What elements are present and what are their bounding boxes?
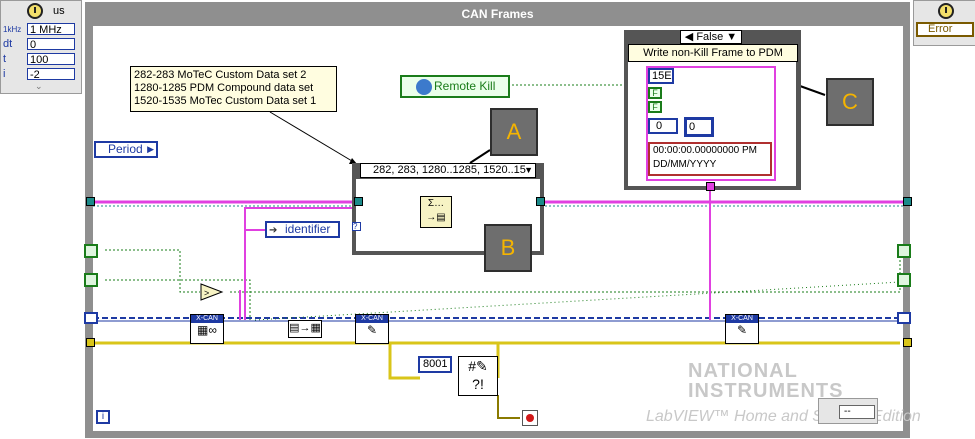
identifier-indicator[interactable]: ➔ identifier xyxy=(265,221,340,238)
status-indicator[interactable]: -- xyxy=(818,398,878,424)
remote-kill-label: Remote Kill xyxy=(434,79,496,93)
array-build-icon: Σ… →▤ xyxy=(426,198,446,223)
false-case-selector[interactable]: ◀ False ▼ xyxy=(680,30,742,44)
shift-register-left[interactable] xyxy=(86,197,95,206)
session-shift-register-right[interactable] xyxy=(897,312,911,324)
annotation-line: 282-283 MoTeC Custom Data set 2 xyxy=(134,69,307,81)
stop-icon xyxy=(526,414,534,422)
identifier-label: identifier xyxy=(285,222,331,236)
svg-text:>: > xyxy=(204,288,209,298)
glasses-icon: ▦∞ xyxy=(197,323,217,337)
bool-shift-register-right-1[interactable] xyxy=(897,244,911,258)
case-selector[interactable]: 282, 283, 1280..1285, 1520..15 ▼ xyxy=(360,163,536,178)
annotation-line: 1520-1535 MoTec Custom Data set 1 xyxy=(134,95,317,107)
bool-shift-register-right-2[interactable] xyxy=(897,273,911,287)
pencil-icon: ✎ xyxy=(736,323,748,337)
case-selector-value: 282, 283, 1280..1285, 1520..15 xyxy=(373,164,526,176)
period-label: Period xyxy=(108,142,143,156)
bool-constant-2[interactable]: F xyxy=(648,101,662,113)
false-case-value: False xyxy=(696,31,724,43)
callout-c: C xyxy=(826,78,874,126)
dropdown-arrow-icon: ▼ xyxy=(524,165,533,175)
bool-constant-1[interactable]: F xyxy=(648,87,662,99)
error-code-constant[interactable]: 8001 xyxy=(418,356,452,373)
bool-shift-register-left-1[interactable] xyxy=(84,244,98,258)
error-tunnel-left xyxy=(86,338,95,347)
numeric-constant-2[interactable]: 0 xyxy=(684,117,714,137)
callout-b: B xyxy=(484,224,532,272)
case-tunnel-left xyxy=(354,197,363,206)
arrow-right-icon: ▶ xyxy=(147,144,154,154)
arrow-right-icon: ▼ xyxy=(726,31,738,43)
convert-vi[interactable]: ▤→▦ xyxy=(288,320,322,338)
bool-shift-register-left-2[interactable] xyxy=(84,273,98,287)
timestamp-constant[interactable]: 00:00:00.00000000 PM DD/MM/YYYY xyxy=(648,142,772,176)
xcan-write-vi-2[interactable]: X-CAN ✎ xyxy=(725,314,759,344)
error-handler-vi[interactable]: #✎?! xyxy=(458,356,498,396)
false-case-caption: Write non-Kill Frame to PDM xyxy=(628,44,798,62)
annotation-line: 1280-1285 PDM Compound data set xyxy=(134,82,314,94)
timestamp-date: DD/MM/YYYY xyxy=(653,159,717,170)
session-shift-register-left[interactable] xyxy=(84,312,98,324)
arrow-left-icon: ◀ xyxy=(684,31,694,43)
remote-kill-terminal[interactable]: Remote Kill xyxy=(400,75,510,98)
case-tunnel-right xyxy=(536,197,545,206)
frame-id-annotation: 282-283 MoTeC Custom Data set 2 1280-128… xyxy=(130,66,337,112)
callout-a: A xyxy=(490,108,538,156)
hex-id-constant[interactable]: 15E xyxy=(648,68,674,84)
xcan-read-vi[interactable]: X-CAN ▦∞ xyxy=(190,314,224,344)
iteration-info-icon: i xyxy=(96,410,110,424)
status-value: -- xyxy=(839,405,875,419)
pencil-icon: ✎ xyxy=(366,323,378,337)
arrow-right-icon: ➔ xyxy=(269,225,278,236)
convert-icon: ▤→▦ xyxy=(289,322,321,334)
error-eraser-icon: #✎?! xyxy=(468,358,488,392)
xcan-label: X-CAN xyxy=(726,315,758,323)
numeric-constant-1[interactable]: 0 xyxy=(648,118,678,134)
stop-terminal[interactable] xyxy=(522,410,538,426)
xcan-label: X-CAN xyxy=(356,315,388,323)
period-control[interactable]: Period ▶ xyxy=(94,141,158,158)
xcan-label: X-CAN xyxy=(191,315,223,323)
identifier-tunnel: ? xyxy=(352,222,361,231)
case-c-output-tunnel xyxy=(706,182,715,191)
error-tunnel-right xyxy=(903,338,912,347)
timestamp-time: 00:00:00.00000000 PM xyxy=(653,145,757,156)
build-array-vi[interactable]: Σ… →▤ xyxy=(420,196,452,228)
xcan-write-vi[interactable]: X-CAN ✎ xyxy=(355,314,389,344)
greater-than-node[interactable]: > xyxy=(200,283,224,301)
shift-register-right[interactable] xyxy=(903,197,912,206)
globe-icon xyxy=(416,79,432,95)
